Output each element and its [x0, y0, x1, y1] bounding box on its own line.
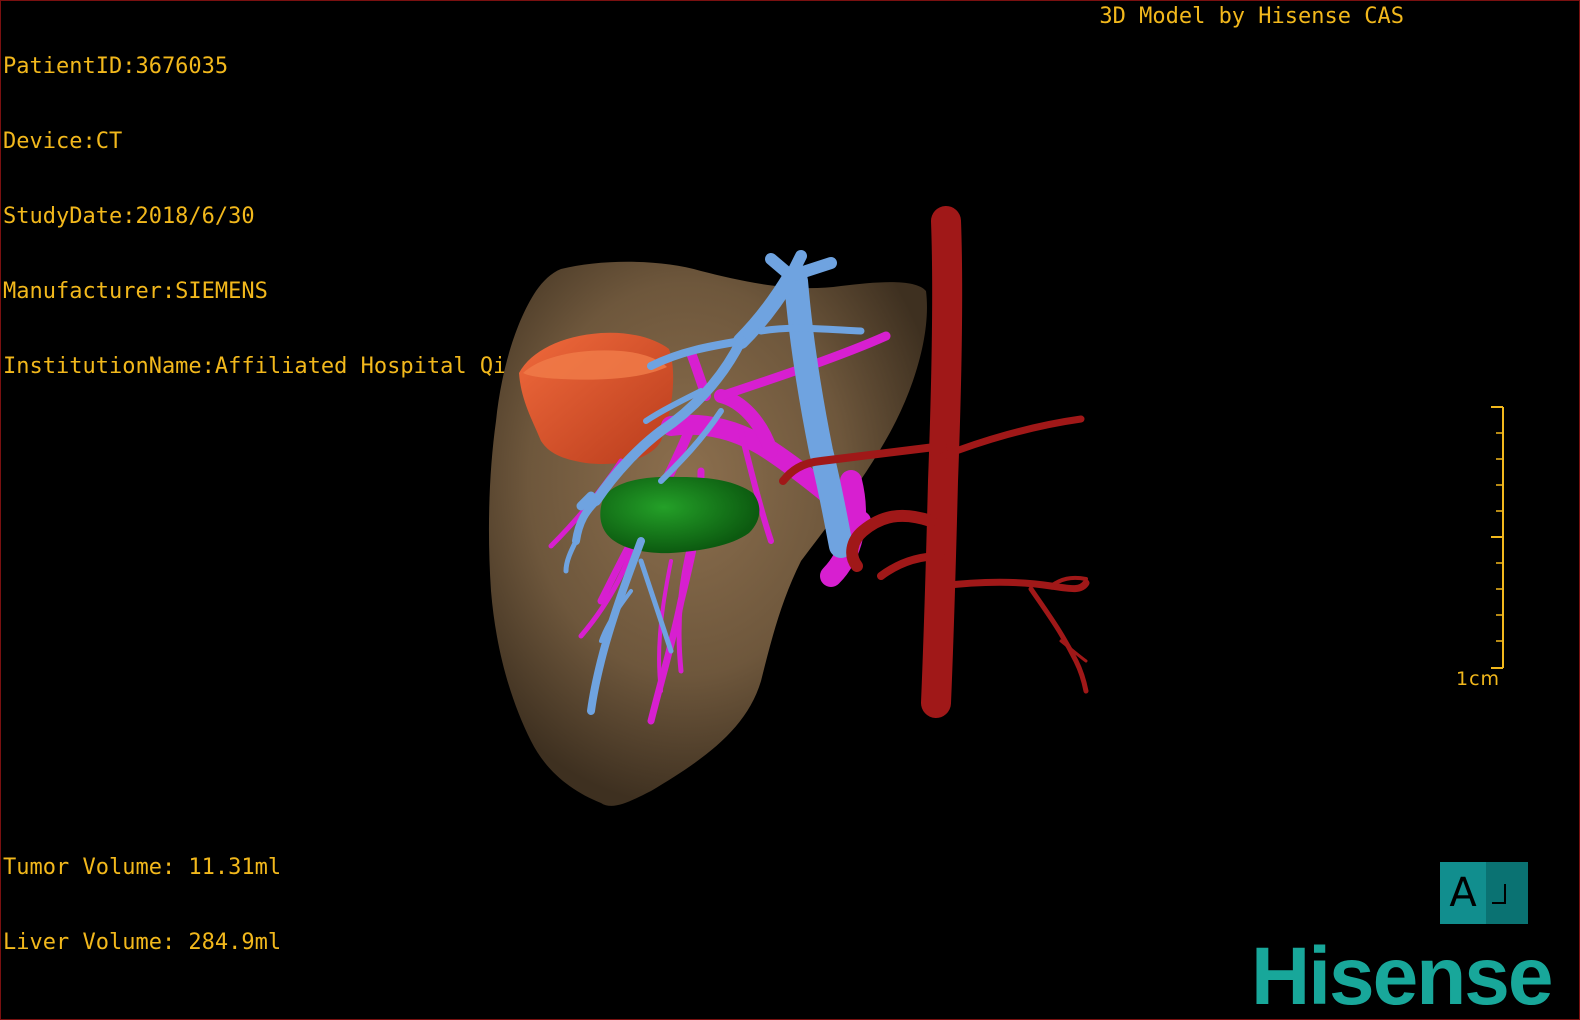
orientation-label: A: [1440, 862, 1486, 924]
volume-overlay: Tumor Volume: 11.31ml Liver Volume: 284.…: [3, 805, 281, 1005]
scale-bar: [1491, 406, 1504, 669]
brand-logo: Hisense: [1251, 931, 1554, 1020]
liver-volume-text: Liver Volume: 284.9ml: [3, 930, 282, 955]
tumor-volume-text: Tumor Volume: 11.31ml: [3, 855, 282, 880]
orientation-widget[interactable]: A: [1440, 862, 1528, 924]
scale-bar-label: 1cm: [1456, 668, 1501, 690]
render-viewport[interactable]: PatientID:3676035 Device:CT StudyDate:20…: [0, 0, 1580, 1020]
orientation-marker-icon: [1486, 862, 1528, 924]
